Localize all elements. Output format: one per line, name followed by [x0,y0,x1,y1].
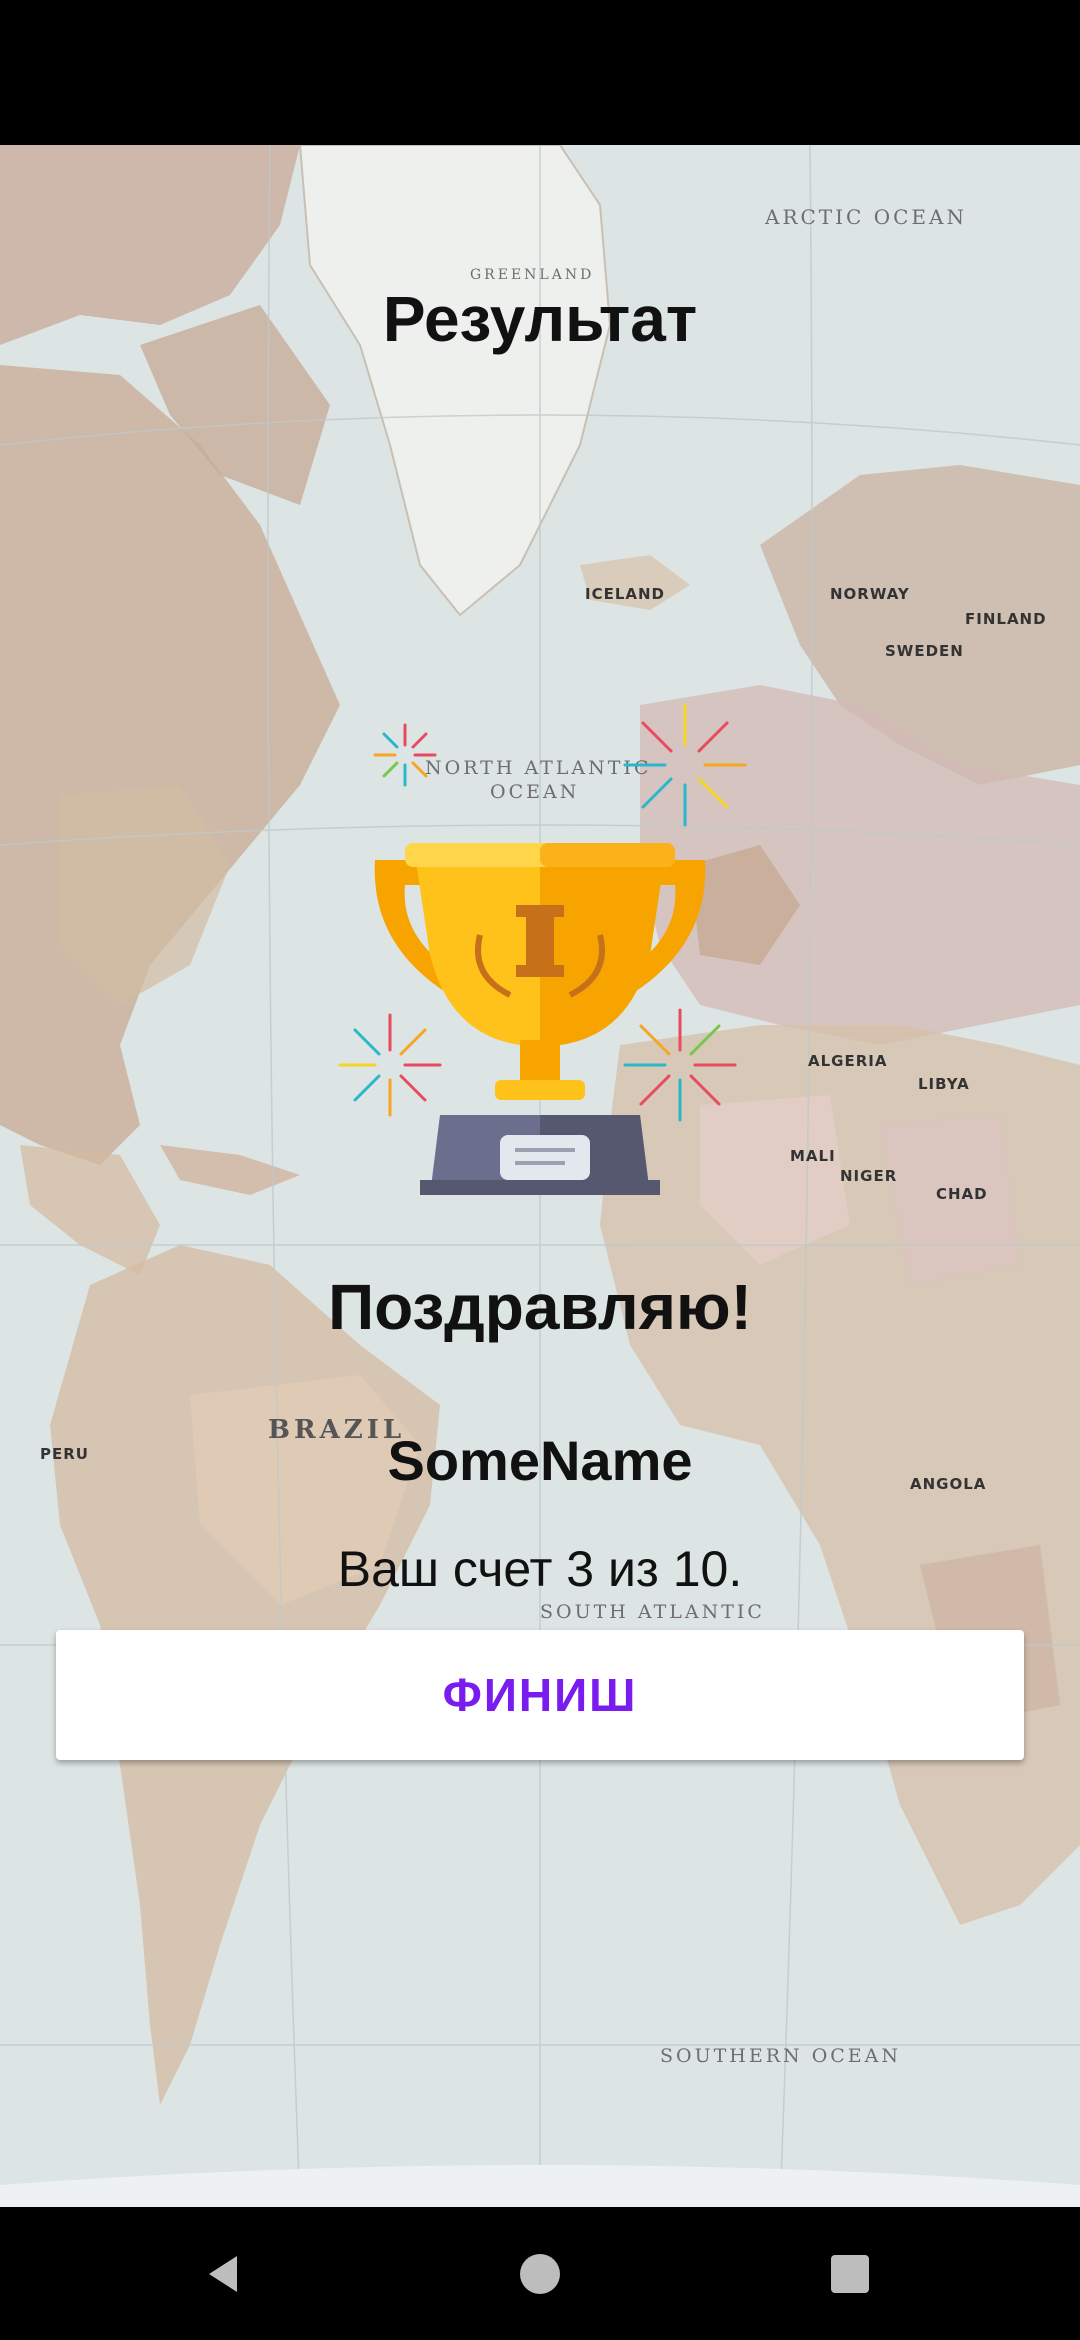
back-button[interactable] [145,2207,305,2340]
finish-button[interactable]: ФИНИШ [56,1630,1024,1760]
home-button[interactable] [460,2207,620,2340]
map-label-southern: SOUTHERN OCEAN [660,2045,902,2067]
map-label-algeria: ALGERIA [808,1052,888,1070]
trophy-icon [338,703,747,1195]
map-label-south-atlantic: SOUTH ATLANTIC [540,1601,765,1623]
player-name: SomeName [387,1429,693,1492]
map-label-finland: FINLAND [965,610,1047,628]
map-label-iceland: ICELAND [585,585,666,603]
map-label-mali: MALI [790,1147,836,1165]
home-icon [520,2253,560,2294]
navigation-bar [0,2207,1080,2340]
score-text: Ваш счет 3 из 10. [337,1541,743,1597]
back-icon [209,2255,237,2292]
map-label-arctic: ARCTIC OCEAN [765,205,967,229]
congrats-heading: Поздравляю! [328,1271,752,1343]
map-label-sweden: SWEDEN [885,642,964,660]
status-bar [0,0,1080,145]
map-label-niger: NIGER [840,1167,898,1185]
page-title: Результат [382,283,698,355]
recents-button[interactable] [770,2207,930,2340]
map-label-norway: NORWAY [830,585,910,603]
map-label-libya: LIBYA [918,1075,970,1093]
map-label-greenland: GREENLAND [470,267,595,283]
recents-icon [831,2254,869,2293]
map-label-chad: CHAD [936,1185,988,1203]
